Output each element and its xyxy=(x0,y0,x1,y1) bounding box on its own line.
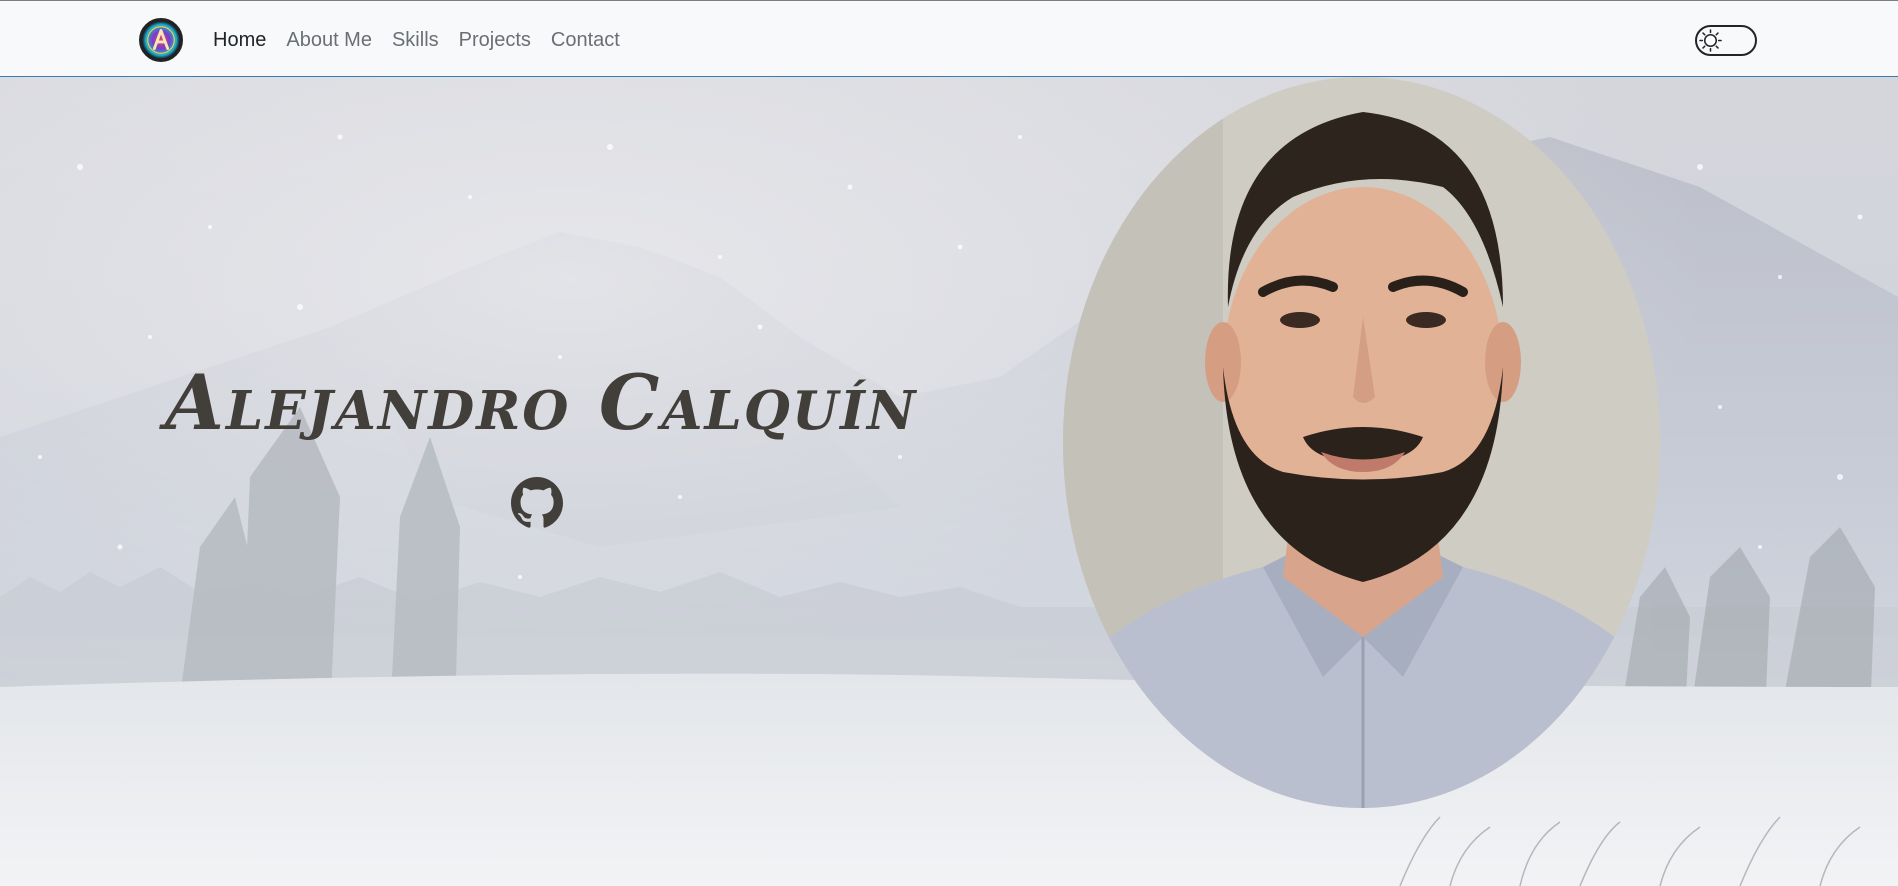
profile-photo xyxy=(1063,77,1660,808)
navbar: Home About Me Skills Projects Contact xyxy=(0,0,1898,77)
nav-links: Home About Me Skills Projects Contact xyxy=(213,29,640,52)
nav-link-home[interactable]: Home xyxy=(213,29,266,52)
logo-a-icon[interactable] xyxy=(139,18,183,62)
nav-link-projects[interactable]: Projects xyxy=(459,29,531,52)
hero-section: Alejandro Calquín xyxy=(0,77,1898,886)
hero-name-title: Alejandro Calquín xyxy=(165,358,918,447)
nav-link-about-me[interactable]: About Me xyxy=(286,29,372,52)
github-icon[interactable] xyxy=(511,477,563,529)
sun-icon xyxy=(1699,29,1722,52)
nav-link-contact[interactable]: Contact xyxy=(551,29,620,52)
theme-toggle[interactable] xyxy=(1695,25,1757,56)
nav-link-skills[interactable]: Skills xyxy=(392,29,439,52)
